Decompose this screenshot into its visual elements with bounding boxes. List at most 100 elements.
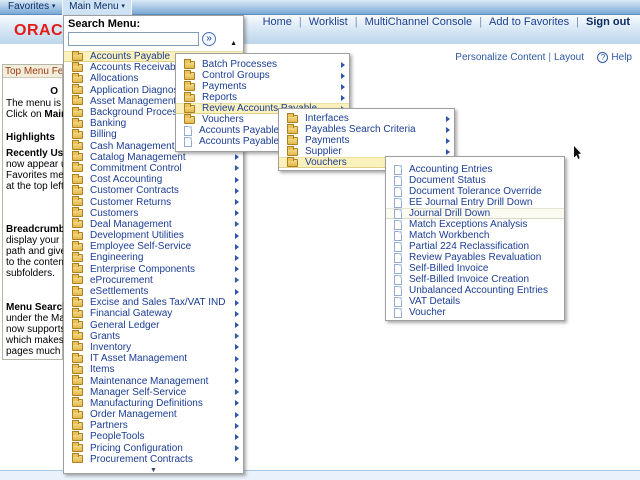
submenu-arrow-icon bbox=[341, 84, 345, 90]
menu-item-document-status[interactable]: Document Status bbox=[386, 175, 564, 186]
menu-item-items[interactable]: Items bbox=[64, 364, 243, 375]
document-icon bbox=[394, 264, 402, 274]
menu-item-control-groups[interactable]: Control Groups bbox=[176, 70, 349, 81]
menu-item-employee-self-service[interactable]: Employee Self-Service bbox=[64, 241, 243, 252]
menu-item-inventory[interactable]: Inventory bbox=[64, 342, 243, 353]
menu-item-label: Supplier bbox=[305, 146, 342, 157]
menu-search-section: Search Menu: » bbox=[64, 16, 243, 49]
menu-item-peopletools[interactable]: PeopleTools bbox=[64, 431, 243, 442]
folder-icon bbox=[72, 209, 83, 217]
menu-item-interfaces[interactable]: Interfaces bbox=[279, 113, 454, 124]
menu-item-maintenance-management[interactable]: Maintenance Management bbox=[64, 375, 243, 386]
menu-item-partners[interactable]: Partners bbox=[64, 420, 243, 431]
menu-item-label: Cost Accounting bbox=[90, 174, 162, 185]
folder-icon bbox=[72, 355, 83, 363]
menu-item-manager-self-service[interactable]: Manager Self-Service bbox=[64, 387, 243, 398]
menu-item-development-utilities[interactable]: Development Utilities bbox=[64, 230, 243, 241]
scroll-up-arrow[interactable]: ▲ bbox=[230, 40, 237, 47]
menu-item-label: Engineering bbox=[90, 252, 143, 263]
layout-link[interactable]: Layout bbox=[554, 52, 584, 63]
folder-icon bbox=[72, 86, 83, 94]
menu-item-self-billed-invoice[interactable]: Self-Billed Invoice bbox=[386, 263, 564, 274]
menu-item-unbalanced-accounting-entries[interactable]: Unbalanced Accounting Entries bbox=[386, 285, 564, 296]
menu-item-label: Document Status bbox=[409, 175, 486, 186]
worklist-link[interactable]: Worklist bbox=[309, 16, 348, 28]
submenu-arrow-icon bbox=[235, 154, 239, 160]
submenu-arrow-icon bbox=[235, 344, 239, 350]
menu-item-customers[interactable]: Customers bbox=[64, 208, 243, 219]
menu-item-customer-contracts[interactable]: Customer Contracts bbox=[64, 185, 243, 196]
menu-item-eprocurement[interactable]: eProcurement bbox=[64, 275, 243, 286]
menu-item-manufacturing-definitions[interactable]: Manufacturing Definitions bbox=[64, 398, 243, 409]
menu-item-label: Self-Billed Invoice Creation bbox=[409, 274, 529, 285]
help-control[interactable]: ?Help bbox=[597, 52, 632, 63]
menu-item-label: Items bbox=[90, 364, 114, 375]
menu-item-voucher[interactable]: Voucher bbox=[386, 307, 564, 318]
folder-icon bbox=[287, 115, 298, 123]
menu-item-match-workbench[interactable]: Match Workbench bbox=[386, 230, 564, 241]
menu-item-it-asset-management[interactable]: IT Asset Management bbox=[64, 353, 243, 364]
favorites-menu[interactable]: Favorites ▾ bbox=[8, 1, 55, 12]
menu-item-financial-gateway[interactable]: Financial Gateway bbox=[64, 308, 243, 319]
menu-item-excise-and-sales-tax-vat-ind[interactable]: Excise and Sales Tax/VAT IND bbox=[64, 297, 243, 308]
document-icon bbox=[184, 137, 192, 147]
main-menu-tab[interactable]: Main Menu ▾ bbox=[62, 0, 132, 15]
scroll-down-arrow[interactable]: ▼ bbox=[64, 467, 243, 474]
menu-item-esettlements[interactable]: eSettlements bbox=[64, 286, 243, 297]
menu-item-engineering[interactable]: Engineering bbox=[64, 252, 243, 263]
menu-item-self-billed-invoice-creation[interactable]: Self-Billed Invoice Creation bbox=[386, 274, 564, 285]
menu-item-general-ledger[interactable]: General Ledger bbox=[64, 320, 243, 331]
folder-icon bbox=[184, 94, 195, 102]
menu-item-payments[interactable]: Payments bbox=[176, 81, 349, 92]
add-to-favorites-link[interactable]: Add to Favorites bbox=[489, 16, 569, 28]
menu-item-review-payables-revaluation[interactable]: Review Payables Revaluation bbox=[386, 252, 564, 263]
menu-item-pricing-configuration[interactable]: Pricing Configuration bbox=[64, 443, 243, 454]
folder-icon bbox=[72, 343, 83, 351]
menu-item-label: General Ledger bbox=[90, 320, 160, 331]
menu-item-batch-processes[interactable]: Batch Processes bbox=[176, 59, 349, 70]
menu-item-partial-224-reclassification[interactable]: Partial 224 Reclassification bbox=[386, 241, 564, 252]
menu-item-payables-search-criteria[interactable]: Payables Search Criteria bbox=[279, 124, 454, 135]
help-label: Help bbox=[611, 52, 632, 63]
top-nav-bar: Favorites ▾ Main Menu ▾ bbox=[0, 0, 640, 15]
personalize-content-link[interactable]: Personalize Content bbox=[455, 52, 545, 63]
menu-item-grants[interactable]: Grants bbox=[64, 331, 243, 342]
pagelet-title: Top Menu Features bbox=[3, 65, 62, 78]
folder-icon bbox=[72, 321, 83, 329]
menu-item-document-tolerance-override[interactable]: Document Tolerance Override bbox=[386, 186, 564, 197]
menu-item-order-management[interactable]: Order Management bbox=[64, 409, 243, 420]
menu-item-label: Enterprise Components bbox=[90, 264, 195, 275]
pagelet-text-line: which makes fi bbox=[6, 335, 62, 346]
folder-icon bbox=[72, 75, 83, 83]
menu-item-accounting-entries[interactable]: Accounting Entries bbox=[386, 164, 564, 175]
search-submit-button[interactable]: » bbox=[202, 32, 216, 46]
menu-item-deal-management[interactable]: Deal Management bbox=[64, 219, 243, 230]
menu-item-payments[interactable]: Payments bbox=[279, 135, 454, 146]
menu-item-ee-journal-entry-drill-down[interactable]: EE Journal Entry Drill Down bbox=[386, 197, 564, 208]
home-link[interactable]: Home bbox=[263, 16, 292, 28]
search-input[interactable] bbox=[68, 32, 199, 46]
submenu-arrow-icon bbox=[235, 300, 239, 306]
menu-item-label: Unbalanced Accounting Entries bbox=[409, 285, 548, 296]
menu-item-catalog-management[interactable]: Catalog Management bbox=[64, 152, 243, 163]
submenu-arrow-icon bbox=[235, 177, 239, 183]
menu-item-commitment-control[interactable]: Commitment Control bbox=[64, 163, 243, 174]
menu-item-journal-drill-down[interactable]: Journal Drill Down bbox=[386, 208, 564, 219]
menu-item-reports[interactable]: Reports bbox=[176, 92, 349, 103]
document-icon bbox=[394, 297, 402, 307]
menu-item-enterprise-components[interactable]: Enterprise Components bbox=[64, 264, 243, 275]
multichannel-console-link[interactable]: MultiChannel Console bbox=[365, 16, 473, 28]
sign-out-link[interactable]: Sign out bbox=[586, 16, 630, 28]
menu-item-procurement-contracts[interactable]: Procurement Contracts bbox=[64, 454, 243, 465]
menu-item-vat-details[interactable]: VAT Details bbox=[386, 296, 564, 307]
menu-item-customer-returns[interactable]: Customer Returns bbox=[64, 196, 243, 207]
menu-item-cost-accounting[interactable]: Cost Accounting bbox=[64, 174, 243, 185]
folder-icon bbox=[72, 455, 83, 463]
peoplesoft-page: { "colors": { "brand_red": "#e31b1b", "m… bbox=[0, 0, 640, 480]
submenu-arrow-icon bbox=[235, 412, 239, 418]
folder-icon bbox=[72, 243, 83, 251]
menu-item-label: Financial Gateway bbox=[90, 308, 172, 319]
pagelet-heading-fragment: O bbox=[6, 86, 62, 97]
menu-item-match-exceptions-analysis[interactable]: Match Exceptions Analysis bbox=[386, 219, 564, 230]
folder-icon bbox=[72, 366, 83, 374]
